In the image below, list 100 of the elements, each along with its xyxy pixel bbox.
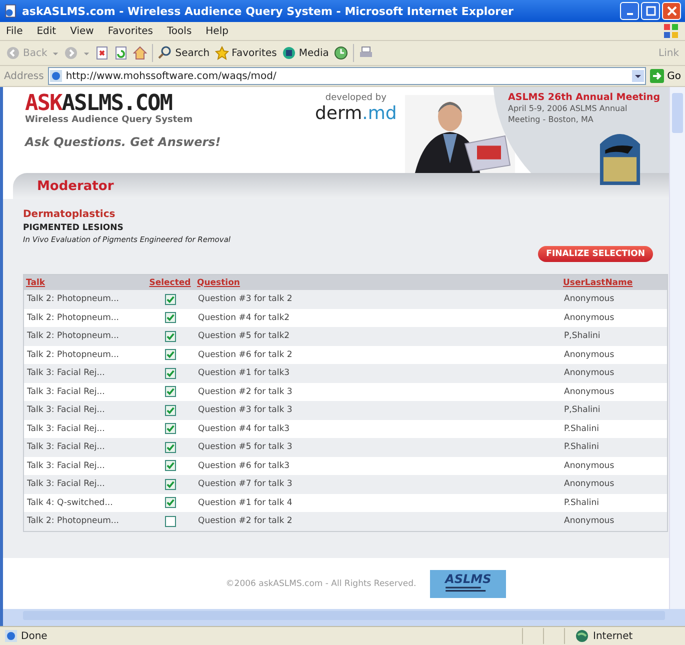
minimize-icon — [626, 13, 632, 15]
checkbox[interactable] — [164, 330, 176, 342]
table-cell: Talk 3: Facial Rej... — [24, 438, 145, 456]
address-label: Address — [4, 70, 44, 82]
address-field[interactable]: http://www.mohssoftware.com/waqs/mod/ — [48, 67, 646, 85]
column-header-link[interactable]: Question — [197, 278, 240, 288]
vertical-scrollbar[interactable] — [669, 87, 685, 609]
table-cell: Anonymous — [561, 346, 668, 364]
column-header-link[interactable]: Talk — [26, 278, 46, 288]
checkbox[interactable] — [164, 460, 176, 472]
table-cell: P.Shalini — [561, 438, 668, 456]
derm-md-logo: derm.md — [315, 103, 397, 124]
stop-icon[interactable] — [95, 46, 110, 60]
page-icon — [48, 69, 63, 83]
table-cell: Talk 2: Photopneum... — [24, 290, 145, 308]
table-cell: Talk 3: Facial Rej... — [24, 364, 145, 382]
horizontal-scrollbar[interactable] — [0, 609, 685, 626]
status-text: Done — [4, 629, 522, 643]
checkbox[interactable] — [164, 516, 176, 527]
menu-item[interactable]: View — [70, 26, 94, 36]
table-cell: Question #4 for talk2 — [195, 308, 561, 327]
go-button[interactable]: Go — [650, 69, 681, 83]
checkbox[interactable] — [164, 349, 176, 360]
table-cell: Anonymous — [561, 456, 668, 475]
table-cell: P,Shalini — [561, 401, 668, 420]
checkbox[interactable] — [164, 404, 176, 416]
logo-text: ASKASLMS.COM — [25, 93, 172, 115]
maximize-icon — [646, 6, 656, 16]
star-icon — [214, 46, 229, 60]
page-icon — [4, 629, 18, 643]
table-cell: P,Shalini — [561, 327, 668, 346]
table-cell: Question #1 for talk 4 — [195, 494, 561, 512]
table-cell: Anonymous — [561, 308, 668, 327]
checkbox[interactable] — [164, 368, 176, 379]
go-arrow-icon — [650, 69, 664, 83]
tagline: Ask Questions. Get Answers! — [25, 135, 222, 149]
table-cell: Talk 3: Facial Rej... — [24, 401, 145, 420]
page-icon — [4, 4, 18, 18]
forward-icon[interactable] — [64, 46, 78, 60]
minimize-button[interactable] — [620, 2, 639, 20]
topic-title: PIGMENTED LESIONS — [23, 223, 124, 233]
checkbox[interactable] — [164, 478, 176, 490]
security-zone-label: Internet — [564, 628, 685, 644]
windows-flag-icon — [663, 23, 679, 39]
favorites-button[interactable]: Favorites — [214, 46, 277, 60]
aslms-logo: ASLMS — [430, 570, 506, 598]
table-cell: Anonymous — [561, 512, 668, 531]
finalize-selection-button[interactable]: FINALIZE SELECTION — [538, 246, 653, 262]
close-button[interactable] — [662, 2, 681, 20]
table-cell: Talk 2: Photopneum... — [24, 327, 145, 346]
search-button[interactable]: Search — [158, 46, 210, 60]
table-cell: Anonymous — [561, 364, 668, 382]
meeting-title: ASLMS 26th Annual Meeting — [508, 92, 661, 103]
developed-by-label: developed by — [324, 93, 388, 103]
table-cell: Question #2 for talk 2 — [195, 512, 561, 531]
close-icon — [666, 6, 676, 16]
checkbox[interactable] — [164, 294, 176, 305]
table-cell: Talk 2: Photopneum... — [24, 346, 145, 364]
history-icon[interactable] — [334, 46, 348, 60]
table-cell: Question #6 for talk3 — [195, 456, 561, 475]
media-button[interactable]: Media — [282, 46, 329, 60]
refresh-icon[interactable] — [114, 46, 128, 60]
table-cell: Talk 4: Q-switched... — [24, 494, 145, 512]
menu-item[interactable]: Favorites — [108, 26, 154, 36]
media-icon — [282, 46, 296, 60]
maximize-button[interactable] — [641, 2, 660, 20]
section-title: Moderator — [37, 178, 114, 194]
search-icon — [158, 46, 172, 60]
table-cell: Talk 2: Photopneum... — [24, 512, 145, 531]
home-icon[interactable] — [133, 46, 148, 60]
table-cell: P.Shalini — [561, 420, 668, 438]
meeting-details: April 5-9, 2006 ASLMS Annual Meeting - Boston, MA — [508, 103, 628, 125]
table-cell: Question #2 for talk 3 — [195, 382, 561, 401]
table-cell: Anonymous — [561, 382, 668, 401]
menu-item[interactable]: File — [6, 26, 23, 36]
table-cell: Talk 2: Photopneum... — [24, 308, 145, 327]
menu-item[interactable]: Edit — [36, 26, 56, 36]
table-cell: Question #6 for talk 2 — [195, 346, 561, 364]
menu-item[interactable]: Help — [206, 26, 228, 36]
table-cell: Anonymous — [561, 475, 668, 494]
printer-icon[interactable] — [358, 46, 373, 60]
checkbox[interactable] — [164, 497, 176, 508]
table-cell: Talk 3: Facial Rej... — [24, 456, 145, 475]
table-cell: Talk 3: Facial Rej... — [24, 420, 145, 438]
checkbox[interactable] — [164, 312, 176, 324]
table-cell: Talk 3: Facial Rej... — [24, 475, 145, 494]
table-cell: P.Shalini — [561, 494, 668, 512]
checkbox[interactable] — [164, 386, 176, 398]
laser-boston-emblem-icon — [598, 131, 642, 185]
menu-item[interactable]: Tools — [167, 26, 192, 36]
checkbox[interactable] — [164, 423, 176, 434]
logo-subtitle: Wireless Audience Query System — [25, 115, 194, 125]
table-cell: Talk 3: Facial Rej... — [24, 382, 145, 401]
checkbox[interactable] — [164, 442, 176, 453]
window-title: askASLMS.com - Wireless Audience Query System - Microsoft Internet Explorer — [22, 4, 514, 18]
globe-icon — [575, 629, 589, 643]
table-cell: Question #4 for talk3 — [195, 420, 561, 438]
copyright-text: ©2006 askASLMS.com - All Rights Reserved. — [226, 578, 416, 588]
table-cell: Anonymous — [561, 290, 668, 308]
category-title: Dermatoplastics — [23, 209, 116, 220]
